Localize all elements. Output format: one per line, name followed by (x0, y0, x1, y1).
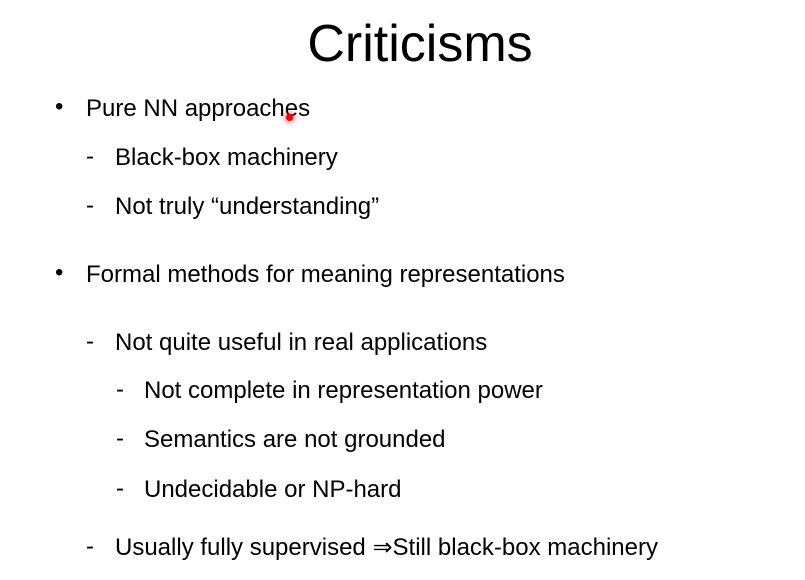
sub-bullet-item: Black-box machinery (115, 144, 338, 171)
laser-pointer-icon (286, 114, 293, 121)
dash-marker: - (86, 533, 94, 560)
bullet-marker: • (55, 93, 64, 120)
sub-bullet-item: Not quite useful in real applications (115, 329, 488, 356)
sub-sub-bullet-item: Undecidable or NP-hard (144, 476, 402, 503)
sub-sub-bullet-item: Semantics are not grounded (144, 426, 446, 453)
bullet-marker: • (55, 259, 64, 286)
dash-marker: - (116, 425, 124, 452)
bullet-item: Pure NN approaches (86, 95, 311, 122)
sub-bullet-item: Usually fully supervised ⇒Still black-bo… (115, 534, 658, 561)
dash-marker: - (86, 192, 94, 219)
dash-marker: - (116, 475, 124, 502)
dash-marker: - (86, 328, 94, 355)
slide-title: Criticisms (307, 15, 533, 73)
dash-marker: - (86, 143, 94, 170)
bullet-item: Formal methods for meaning representatio… (86, 261, 565, 288)
sub-bullet-item: Not truly “understanding” (115, 193, 380, 220)
sub-sub-bullet-item: Not complete in representation power (144, 377, 543, 404)
dash-marker: - (116, 376, 124, 403)
